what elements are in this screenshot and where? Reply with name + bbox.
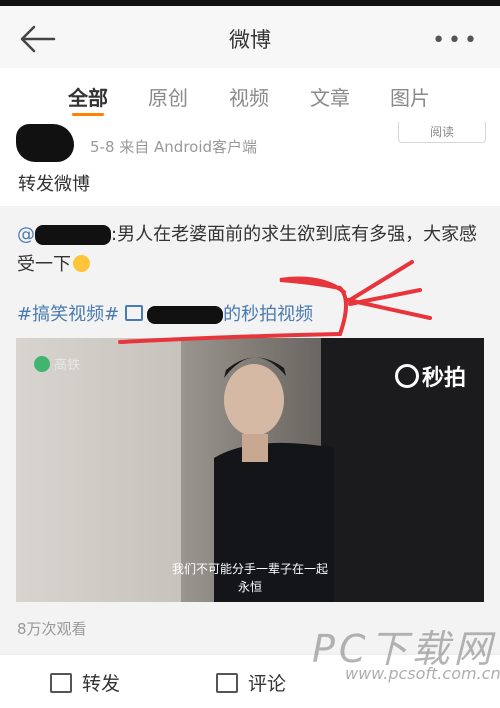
tab-video[interactable]: 视频 bbox=[229, 82, 269, 111]
topic-link[interactable]: #搞笑视频# bbox=[17, 304, 119, 325]
view-count: 8万次观看 bbox=[17, 620, 87, 638]
repost-text: @:男人在老婆面前的求生欲到底有多强，大家感受一下 bbox=[17, 220, 487, 280]
read-button[interactable]: 阅读 bbox=[398, 122, 486, 143]
tab-bar: 全部 原创 视频 文章 图片 bbox=[0, 68, 500, 123]
avatar-redacted[interactable] bbox=[16, 124, 74, 162]
source-logo-icon bbox=[34, 356, 50, 372]
comment-icon bbox=[216, 673, 238, 693]
topic-line: #搞笑视频# 的秒拍视频 bbox=[17, 300, 313, 326]
tab-original[interactable]: 原创 bbox=[148, 82, 188, 111]
watermark-url: www.pcsoft.com.cn bbox=[345, 664, 500, 683]
video-source-logo: 高铁 bbox=[34, 354, 80, 373]
post-meta: 5-8 来自 Android客户端 bbox=[90, 138, 258, 156]
tab-image[interactable]: 图片 bbox=[390, 82, 430, 111]
redacted-username bbox=[35, 225, 111, 245]
more-dots-icon[interactable]: ••• bbox=[432, 28, 480, 53]
page-title: 微博 bbox=[229, 28, 271, 52]
reposted-content[interactable]: @:男人在老婆面前的求生欲到底有多强，大家感受一下 #搞笑视频# 的秒拍视频 高铁… bbox=[0, 206, 500, 652]
video-subtitle-line2: 永恒 bbox=[237, 580, 262, 594]
weibo-post-card: 5-8 来自 Android客户端 阅读 转发微博 @:男人在老婆面前的求生欲到… bbox=[0, 122, 500, 652]
video-link[interactable]: 的秒拍视频 bbox=[223, 304, 313, 325]
laugh-emoji-icon bbox=[73, 255, 90, 272]
repost-button[interactable]: 转发 bbox=[50, 669, 120, 696]
miaopai-logo-icon bbox=[394, 364, 419, 388]
mention-at[interactable]: @ bbox=[17, 224, 35, 245]
repost-icon bbox=[50, 673, 72, 693]
post-text: 转发微博 bbox=[18, 174, 90, 195]
tab-all[interactable]: 全部 bbox=[68, 82, 108, 111]
video-link-icon bbox=[125, 305, 144, 321]
miaopai-logo: 秒拍 bbox=[394, 360, 466, 392]
tab-article[interactable]: 文章 bbox=[310, 82, 350, 111]
redacted-video-author bbox=[147, 306, 224, 324]
active-tab-indicator bbox=[72, 113, 104, 116]
top-bar: 微博 ••• bbox=[0, 6, 500, 68]
comment-button[interactable]: 评论 bbox=[216, 669, 286, 696]
video-player[interactable]: 高铁 秒拍 我们不可能分手一辈子在一起 永恒 bbox=[16, 338, 484, 602]
video-subtitle-line1: 我们不可能分手一辈子在一起 bbox=[171, 562, 328, 576]
